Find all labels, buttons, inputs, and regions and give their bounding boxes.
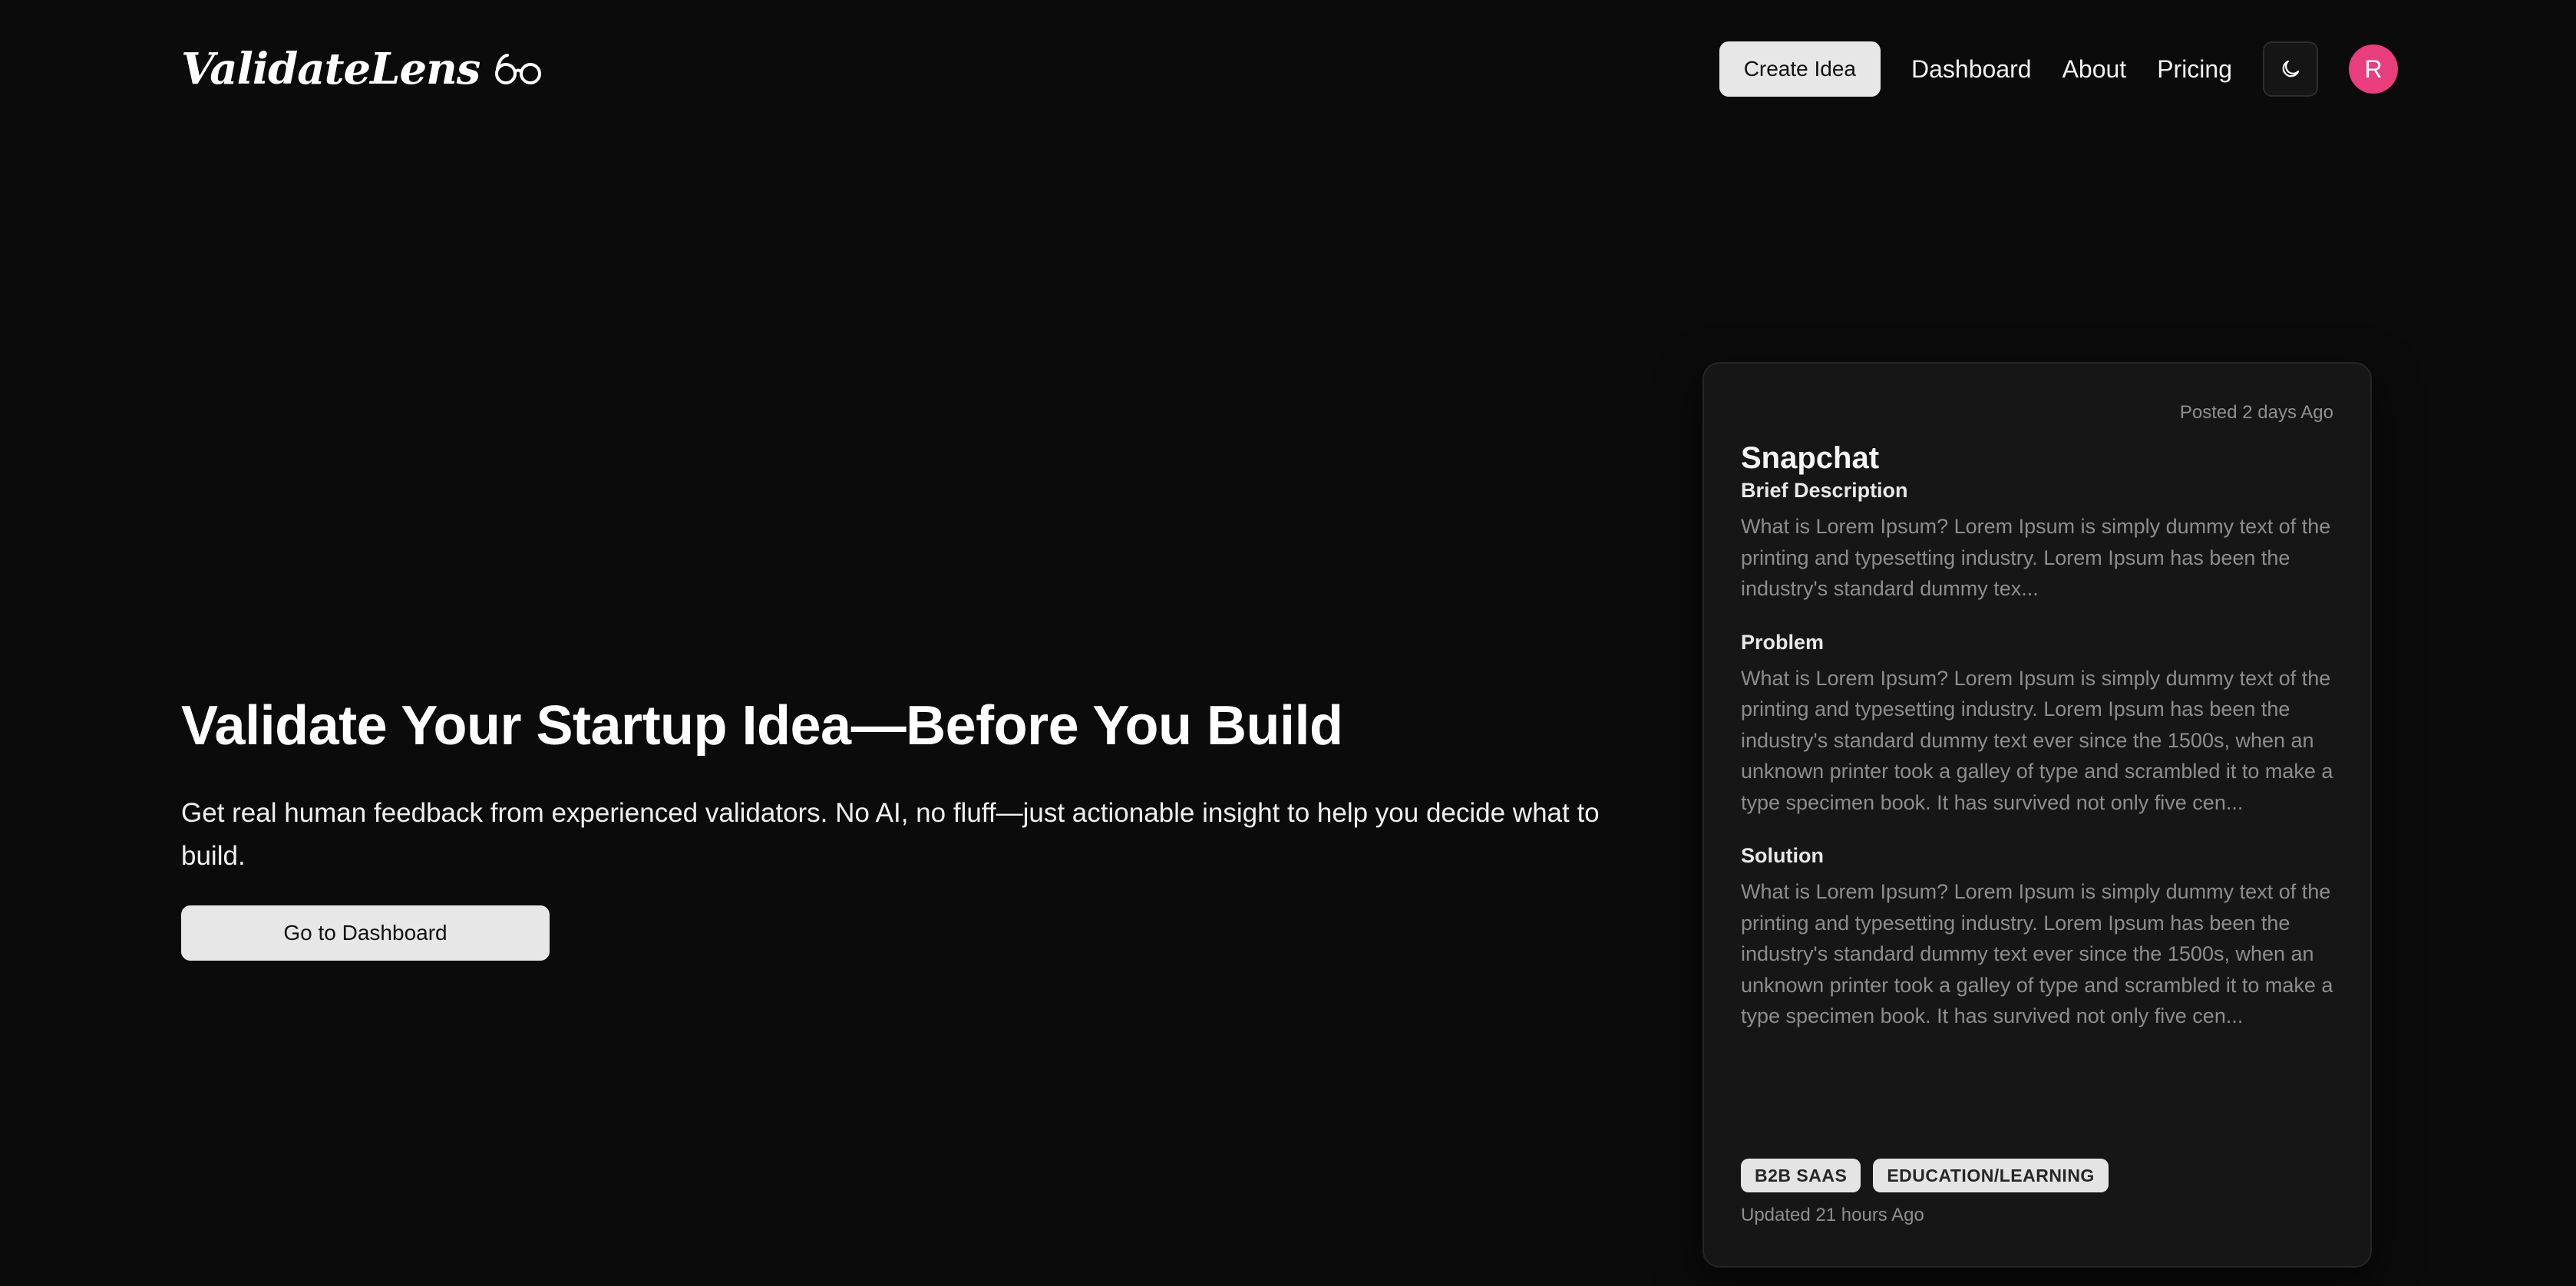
brand-name: ValidateLens (181, 44, 481, 94)
posted-timestamp: Posted 2 days Ago (2179, 402, 2333, 423)
user-avatar[interactable]: R (2349, 45, 2398, 94)
nav-link-pricing[interactable]: Pricing (2157, 55, 2232, 84)
main-nav: Create Idea Dashboard About Pricing R (1719, 41, 2398, 97)
hero-title: Validate Your Startup Idea—Before You Bu… (181, 695, 1343, 757)
solution-section: Solution What is Lorem Ipsum? Lorem Ipsu… (1741, 842, 2333, 1032)
solution-label: Solution (1741, 844, 1824, 867)
problem-section: Problem What is Lorem Ipsum? Lorem Ipsum… (1741, 629, 2333, 819)
updated-timestamp: Updated 21 hours Ago (1741, 1205, 1924, 1225)
tag-education-learning: EDUCATION/LEARNING (1873, 1159, 2109, 1192)
problem-text: What is Lorem Ipsum? Lorem Ipsum is simp… (1741, 666, 2333, 814)
nav-link-about[interactable]: About (2062, 55, 2127, 84)
brief-section: Brief Description What is Lorem Ipsum? L… (1741, 477, 2333, 605)
theme-toggle-button[interactable] (2263, 41, 2318, 97)
moon-icon (2282, 60, 2300, 77)
top-navbar: ValidateLens Create Idea Dashboard About… (0, 0, 2576, 140)
solution-text: What is Lorem Ipsum? Lorem Ipsum is simp… (1741, 880, 2333, 1027)
idea-title: Snapchat (1741, 441, 1880, 475)
tag-list: B2B SAAS EDUCATION/LEARNING (1741, 1159, 2109, 1192)
tag-b2b-saas: B2B SAAS (1741, 1159, 1861, 1192)
idea-preview-card[interactable]: Posted 2 days Ago Snapchat Brief Descrip… (1702, 362, 2372, 1268)
landing-page: ValidateLens Create Idea Dashboard About… (0, 0, 2576, 1286)
hero-section: Validate Your Startup Idea—Before You Bu… (181, 691, 1640, 961)
nav-link-dashboard[interactable]: Dashboard (1911, 55, 2032, 84)
hero-subtitle: Get real human feedback from experienced… (181, 798, 1600, 871)
brief-text: What is Lorem Ipsum? Lorem Ipsum is simp… (1741, 515, 2331, 600)
go-to-dashboard-button[interactable]: Go to Dashboard (181, 905, 550, 961)
glasses-icon (495, 54, 542, 84)
brief-label: Brief Description (1741, 479, 1908, 502)
create-idea-button[interactable]: Create Idea (1719, 41, 1881, 97)
brand-logo[interactable]: ValidateLens (181, 38, 543, 100)
problem-label: Problem (1741, 630, 1825, 654)
